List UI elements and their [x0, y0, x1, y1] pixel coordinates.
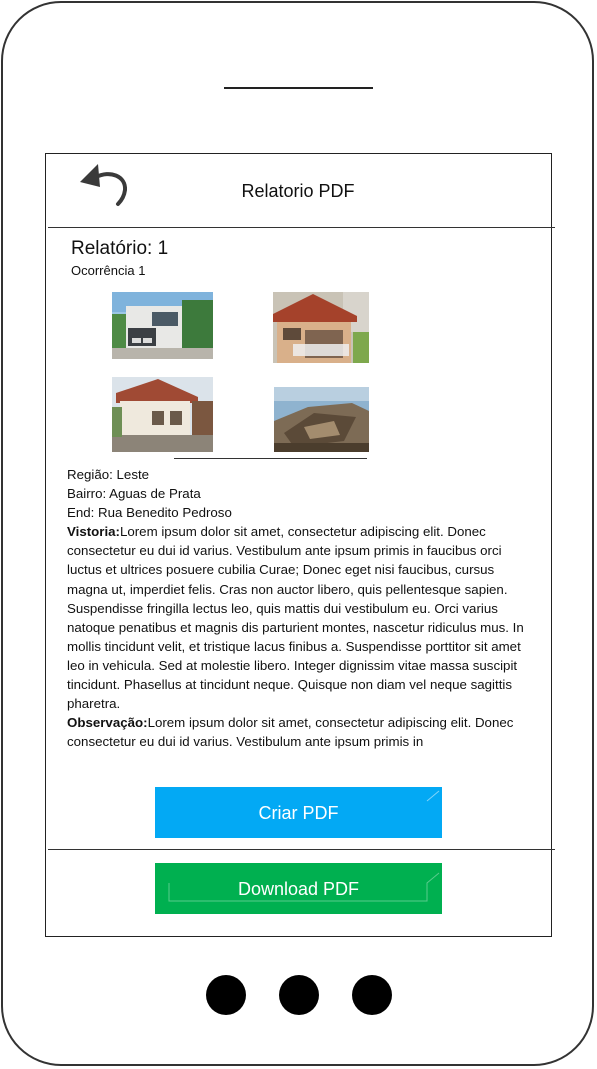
report-title: Relatório: 1	[71, 238, 169, 259]
observation-label: Observação:	[67, 715, 148, 731]
occurrence-label: Ocorrência 1	[71, 263, 146, 278]
back-arrow-icon[interactable]	[76, 160, 130, 208]
nav-recents-button[interactable]	[352, 975, 392, 1015]
house-photo-1[interactable]	[112, 292, 213, 359]
header-divider	[48, 227, 555, 228]
page-title: Relatorio PDF	[241, 181, 355, 201]
footer-divider	[48, 849, 555, 850]
create-pdf-label: Criar PDF	[258, 803, 339, 823]
nav-home-button[interactable]	[279, 975, 319, 1015]
create-pdf-button[interactable]: Criar PDF	[155, 787, 442, 838]
download-pdf-button[interactable]: Download PDF	[155, 863, 442, 914]
nav-back-button[interactable]	[206, 975, 246, 1015]
house-photo-4[interactable]	[274, 387, 369, 452]
region-text: Região: Leste	[67, 467, 150, 482]
inspection-text: Lorem ipsum dolor sit amet, consectetur …	[67, 524, 524, 712]
photos-divider	[174, 458, 367, 459]
address-text: End: Rua Benedito Pedroso	[67, 505, 232, 521]
observation-paragraph: Observação:Lorem ipsum dolor sit amet, c…	[67, 713, 535, 751]
report-details: Região: Leste Bairro: Aguas de Prata End…	[67, 465, 535, 768]
download-pdf-label: Download PDF	[237, 879, 360, 899]
inspection-paragraph: Vistoria:Lorem ipsum dolor sit amet, con…	[67, 522, 535, 713]
house-photo-2[interactable]	[273, 292, 369, 363]
phone-speaker	[224, 87, 373, 89]
inspection-label: Vistoria:	[67, 524, 120, 540]
house-photo-3[interactable]	[112, 377, 213, 452]
neighborhood-text: Bairro: Aguas de Prata	[67, 486, 201, 502]
